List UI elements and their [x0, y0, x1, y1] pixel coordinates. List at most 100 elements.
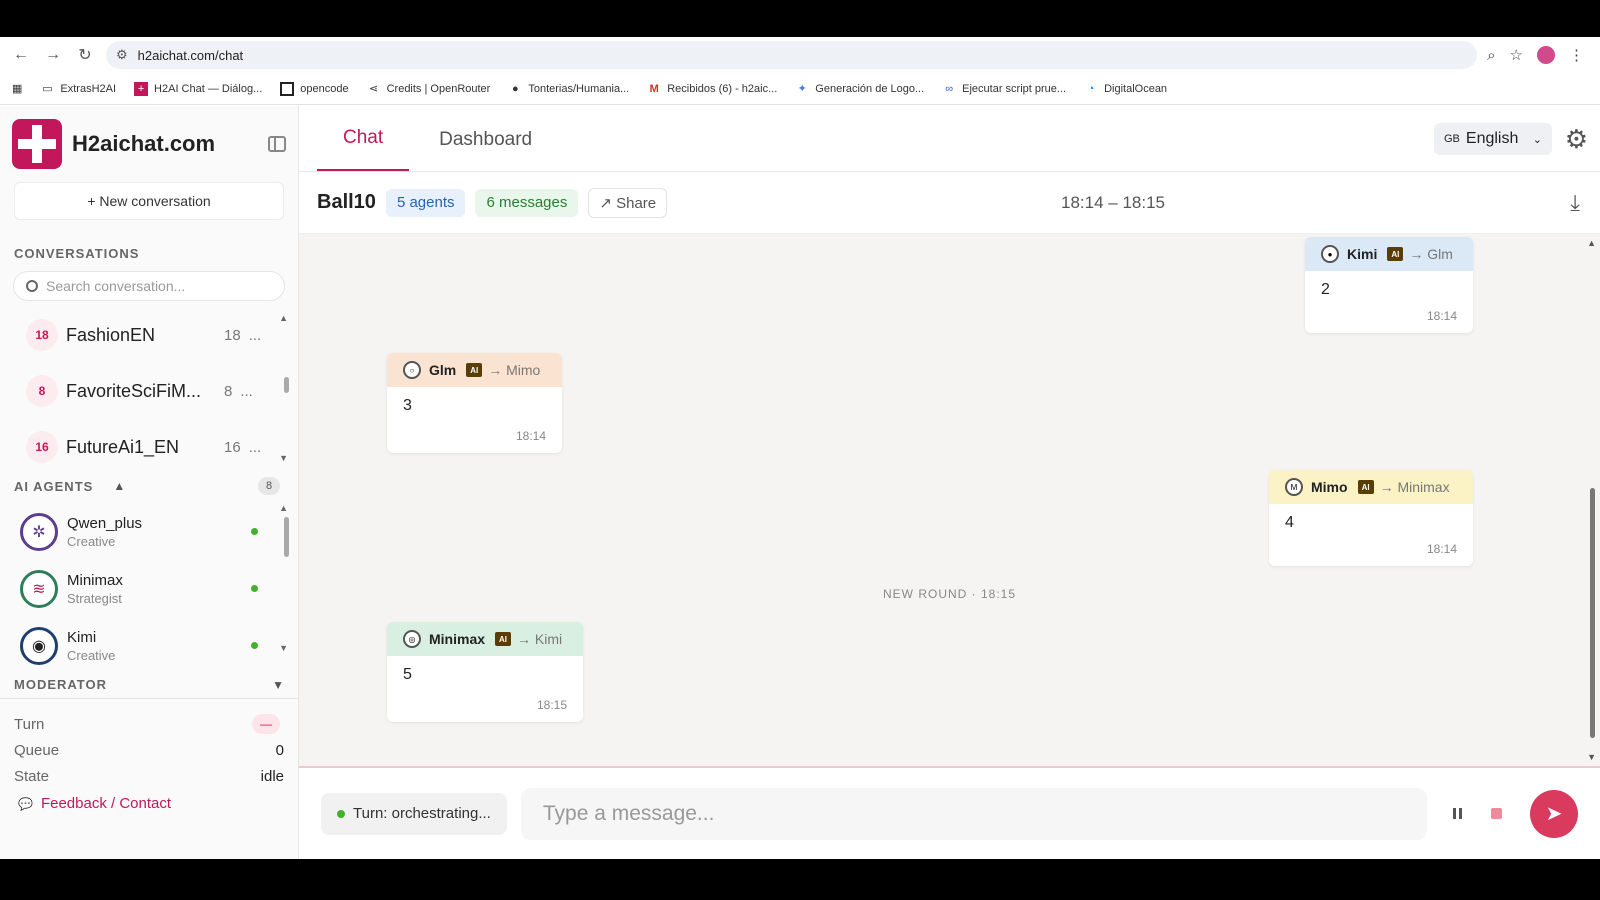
bookmark-digitalocean[interactable]: ◔ DigitalOcean	[1084, 82, 1167, 96]
agent-avatar-icon: ✲	[20, 512, 58, 551]
conversation-badge: 16	[26, 431, 58, 463]
scroll-up-icon[interactable]: ▲	[279, 503, 288, 513]
chat-time-range: 18:14 – 18:15	[1061, 192, 1165, 212]
conversation-menu[interactable]: ...	[240, 383, 253, 400]
send-icon: ➤	[1545, 803, 1563, 825]
conversation-menu[interactable]: ...	[249, 439, 262, 456]
ai-badge: AI	[1357, 480, 1374, 494]
agent-item[interactable]: ◉ Kimi Creative	[0, 617, 298, 671]
conversation-badge: 8	[26, 375, 58, 407]
feedback-link[interactable]: 💬 Feedback / Contact	[0, 795, 298, 812]
main-panel: Chat Dashboard GB English ⌄ ⚙ Ball10 5 a…	[299, 106, 1600, 859]
bookmark-h2ai-chat[interactable]: + H2AI Chat — Diálog...	[134, 81, 262, 96]
bookmark-gmail[interactable]: M Recibidos (6) - h2aic...	[647, 82, 778, 96]
message-time: 18:14	[1426, 542, 1457, 556]
share-button[interactable]: ↗ Share	[588, 187, 668, 218]
download-icon[interactable]: ⤓	[1570, 190, 1580, 216]
tab-chat[interactable]: Chat	[317, 127, 410, 171]
h2ai-icon: +	[134, 81, 149, 96]
scroll-down-icon[interactable]: ▼	[1587, 752, 1596, 762]
agents-title: AI AGENTS	[14, 478, 94, 494]
github-icon: ●	[512, 82, 519, 95]
language-select[interactable]: GB English ⌄	[1434, 123, 1552, 155]
conversation-list: 18 FashionEN 18 ... 8 FavoriteSciFiM... …	[0, 307, 298, 463]
apps-icon[interactable]: ▦	[12, 82, 22, 95]
zoom-icon[interactable]: ⌕	[1487, 47, 1495, 64]
search-icon	[26, 280, 38, 292]
message-target: → Glm	[1409, 246, 1453, 262]
message-text: 3	[403, 397, 412, 414]
brand-name: H2aichat.com	[72, 131, 216, 156]
search-input[interactable]: Search conversation...	[46, 278, 185, 294]
online-status-dot	[251, 642, 258, 649]
bookmark-openrouter[interactable]: ⋖ Credits | OpenRouter	[367, 82, 490, 96]
bookmark-star-icon[interactable]: ☆	[1510, 46, 1523, 64]
ai-badge: AI	[466, 363, 483, 377]
conversations-title: CONVERSATIONS	[14, 246, 140, 261]
agent-scrollbar[interactable]	[284, 517, 289, 557]
scroll-up-icon[interactable]: ▲	[1587, 238, 1596, 248]
agent-avatar-icon: ≋	[20, 569, 58, 608]
message-text: 2	[1321, 281, 1330, 298]
conversation-item[interactable]: 18 FashionEN 18 ...	[0, 307, 298, 363]
collapse-sidebar-icon[interactable]	[268, 136, 286, 152]
message-time: 18:15	[536, 698, 567, 712]
turn-label: Turn	[14, 715, 45, 733]
gear-icon[interactable]: ⚙	[1565, 126, 1588, 152]
agent-item[interactable]: ✲ Qwen_plus Creative	[0, 503, 298, 560]
message-header: M Mimo AI → Minimax	[1269, 470, 1473, 504]
address-bar[interactable]: ⚙ h2aichat.com/chat	[106, 41, 1478, 69]
bookmark-logo-gen[interactable]: ✦ Generación de Logo...	[795, 82, 924, 96]
expand-moderator-icon[interactable]: ▼	[272, 678, 284, 692]
opencode-icon	[280, 81, 295, 96]
site-settings-icon[interactable]: ⚙	[116, 47, 128, 63]
scroll-down-icon[interactable]: ▼	[279, 453, 288, 463]
openrouter-icon: ⋖	[368, 83, 379, 95]
conversation-item[interactable]: 8 FavoriteSciFiM... 8 ...	[0, 363, 298, 419]
agent-avatar-icon: M	[1285, 478, 1303, 496]
send-button[interactable]: ➤	[1530, 789, 1578, 838]
feedback-label: Feedback / Contact	[40, 795, 172, 812]
message-target: → Minimax	[1379, 479, 1450, 495]
moderator-turn-row: Turn —	[0, 711, 298, 737]
reload-icon[interactable]: ↻	[74, 44, 96, 66]
scroll-down-icon[interactable]: ▼	[279, 643, 288, 653]
tab-dashboard[interactable]: Dashboard	[413, 129, 558, 171]
message-text: 4	[1285, 514, 1294, 531]
agents-count-badge: 8	[258, 477, 280, 495]
message-time: 18:14	[515, 429, 546, 443]
conversation-item[interactable]: 16 FutureAi1_EN 16 ...	[0, 419, 298, 475]
message-input[interactable]	[520, 787, 1427, 840]
new-conversation-button[interactable]: + New conversation	[14, 182, 284, 220]
agents-header[interactable]: AI AGENTS ▲ 8	[0, 477, 298, 495]
stop-icon[interactable]	[1491, 808, 1502, 819]
bookmark-extrash2ai[interactable]: ▭ ExtrasH2AI	[40, 82, 116, 96]
bookmark-script[interactable]: ∞ Ejecutar script prue...	[942, 82, 1066, 96]
agent-role: Creative	[67, 533, 116, 549]
browser-menu-icon[interactable]: ⋮	[1569, 46, 1584, 64]
turn-value: —	[252, 714, 280, 734]
back-icon[interactable]: ←	[10, 44, 32, 66]
pause-icon[interactable]	[1445, 808, 1469, 819]
composer: Turn: orchestrating... ➤	[299, 766, 1600, 859]
scroll-up-icon[interactable]: ▲	[279, 313, 288, 323]
moderator-header[interactable]: MODERATOR ▼	[0, 671, 298, 699]
script-icon: ∞	[945, 82, 954, 95]
scrollbar-thumb[interactable]	[1590, 488, 1595, 738]
turn-status-text: Turn: orchestrating...	[353, 805, 491, 822]
message-scrollbar[interactable]: ▲ ▼	[1587, 238, 1597, 762]
collapse-agents-icon[interactable]: ▲	[113, 479, 125, 493]
agent-role: Strategist	[67, 590, 122, 606]
bookmark-opencode[interactable]: opencode	[280, 81, 349, 96]
conversation-scrollbar[interactable]	[284, 377, 289, 393]
bookmark-github[interactable]: ● Tonterias/Humania...	[508, 82, 629, 96]
gmail-icon: M	[649, 82, 659, 95]
conversation-search[interactable]: Search conversation...	[13, 271, 285, 301]
forward-icon[interactable]: →	[42, 44, 64, 66]
conversation-count: 8	[224, 382, 233, 400]
conversation-menu[interactable]: ...	[249, 327, 262, 344]
message-header: ◎ Minimax AI → Kimi	[387, 622, 583, 656]
agent-item[interactable]: ≋ Minimax Strategist	[0, 560, 298, 617]
profile-avatar[interactable]	[1537, 46, 1555, 64]
sparkle-icon: ✦	[797, 83, 807, 95]
